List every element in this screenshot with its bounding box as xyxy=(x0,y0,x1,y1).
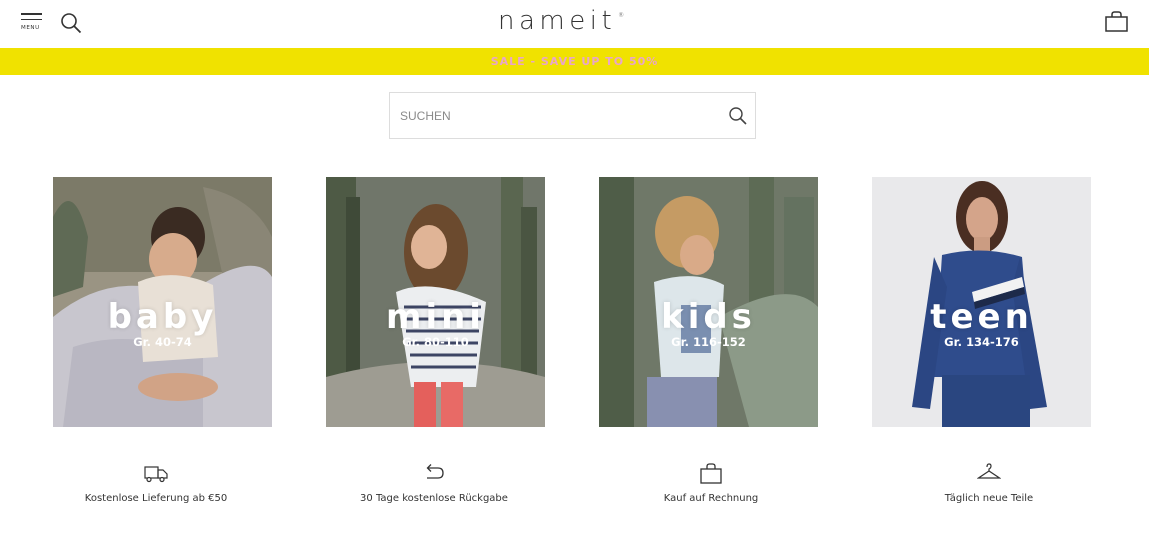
feature-text: 30 Tage kostenlose Rückgabe xyxy=(360,493,508,504)
feature-text: Täglich neue Teile xyxy=(944,493,1034,504)
feature-free-returns: 30 Tage kostenlose Rückgabe xyxy=(334,462,534,504)
menu-label: MENU xyxy=(21,25,40,31)
search-icon[interactable] xyxy=(728,106,748,126)
search-input[interactable] xyxy=(400,107,700,125)
category-tile-teen[interactable]: teen Gr. 134-176 xyxy=(872,177,1091,427)
category-size-range: Gr. 80-110 xyxy=(402,335,469,349)
feature-invoice-payment: Kauf auf Rechnung xyxy=(611,462,811,504)
category-tile-kids[interactable]: kids Gr. 116-152 xyxy=(599,177,818,427)
category-label: baby xyxy=(107,297,218,337)
feature-new-items: Täglich neue Teile xyxy=(889,462,1089,504)
category-label: kids xyxy=(661,297,756,337)
category-size-range: Gr. 134-176 xyxy=(944,335,1019,349)
search-icon[interactable] xyxy=(60,12,82,34)
category-label: mini xyxy=(386,297,485,337)
search-box xyxy=(389,92,756,139)
feature-free-delivery: Kostenlose Lieferung ab €50 xyxy=(56,462,256,504)
site-header: MENU nameit ® xyxy=(0,0,1149,48)
feature-text: Kauf auf Rechnung xyxy=(663,493,759,504)
feature-text: Kostenlose Lieferung ab €50 xyxy=(84,493,228,504)
return-arrow-icon xyxy=(426,464,444,479)
promo-banner[interactable]: SALE - SAVE UP TO 50% xyxy=(0,48,1149,75)
category-size-range: Gr. 40-74 xyxy=(133,335,192,349)
category-label: teen xyxy=(930,297,1033,337)
logo-registered-mark: ® xyxy=(618,12,625,19)
logo-text: nameit xyxy=(498,6,617,36)
category-tile-mini[interactable]: mini Gr. 80-110 xyxy=(326,177,545,427)
hamburger-menu-icon xyxy=(21,13,42,15)
brand-logo[interactable]: nameit ® xyxy=(498,6,624,36)
category-size-range: Gr. 116-152 xyxy=(671,335,746,349)
shopping-bag-icon[interactable] xyxy=(1105,11,1128,32)
hamburger-menu-icon-bar xyxy=(21,18,42,20)
delivery-truck-icon xyxy=(144,466,168,483)
category-tile-baby[interactable]: baby Gr. 40-74 xyxy=(53,177,272,427)
promo-text: SALE - SAVE UP TO 50% xyxy=(490,55,659,68)
hanger-icon xyxy=(977,463,1001,479)
shopping-bag-icon xyxy=(700,463,722,484)
menu-button[interactable]: MENU xyxy=(21,13,43,33)
